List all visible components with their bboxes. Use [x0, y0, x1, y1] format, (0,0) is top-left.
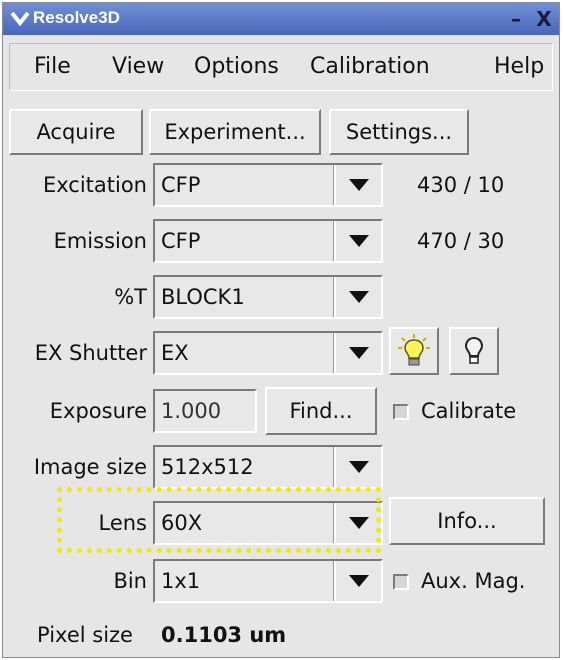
- lightbulb-off-icon: [464, 336, 484, 364]
- bin-label: Bin: [113, 569, 147, 593]
- dropdown-arrow-icon[interactable]: [337, 221, 381, 261]
- excitation-label: Excitation: [42, 173, 147, 197]
- acquire-button[interactable]: Acquire: [9, 109, 143, 155]
- menu-file[interactable]: File: [34, 54, 71, 79]
- dropdown-arrow-icon[interactable]: [337, 333, 381, 373]
- calibrate-checkbox[interactable]: [393, 404, 409, 420]
- excitation-select[interactable]: CFP: [153, 163, 383, 207]
- emission-value: CFP: [161, 229, 201, 253]
- find-button[interactable]: Find...: [265, 387, 377, 435]
- excitation-value: CFP: [161, 173, 201, 197]
- exposure-label: Exposure: [49, 399, 147, 423]
- combo-separator: [333, 333, 336, 373]
- dropdown-arrow-icon[interactable]: [337, 447, 381, 487]
- pixel-size-value: 0.1103 um: [161, 623, 287, 647]
- emission-select[interactable]: CFP: [153, 219, 383, 263]
- dropdown-arrow-icon[interactable]: [337, 561, 381, 601]
- combo-separator: [333, 561, 336, 601]
- image-size-value: 512x512: [161, 455, 254, 479]
- percent-t-select[interactable]: BLOCK1: [153, 275, 383, 319]
- emission-label: Emission: [53, 229, 147, 253]
- menu-options[interactable]: Options: [194, 54, 279, 79]
- exposure-value: 1.000: [161, 399, 222, 423]
- shutter-open-button[interactable]: [389, 327, 439, 375]
- image-size-label: Image size: [33, 455, 147, 479]
- percent-t-value: BLOCK1: [161, 285, 245, 309]
- menu-view[interactable]: View: [112, 54, 164, 79]
- combo-separator: [333, 447, 336, 487]
- excitation-filter-readout: 430 / 10: [417, 173, 505, 197]
- combo-separator: [333, 277, 336, 317]
- combo-separator: [333, 165, 336, 205]
- lightbulb-on-icon: [398, 334, 430, 366]
- emission-filter-readout: 470 / 30: [417, 229, 505, 253]
- percent-t-label: %T: [114, 285, 147, 309]
- experiment-button[interactable]: Experiment...: [149, 109, 321, 155]
- experiment-button-label: Experiment...: [164, 120, 306, 144]
- ex-shutter-label: EX Shutter: [34, 341, 147, 365]
- dropdown-arrow-icon[interactable]: [337, 277, 381, 317]
- combo-separator: [333, 221, 336, 261]
- calibrate-label: Calibrate: [421, 399, 517, 423]
- aux-mag-checkbox[interactable]: [393, 574, 409, 590]
- info-button-label: Info...: [437, 509, 497, 533]
- aux-mag-label: Aux. Mag.: [421, 569, 526, 593]
- settings-button-label: Settings...: [345, 120, 453, 144]
- menu-help[interactable]: Help: [494, 54, 544, 79]
- close-button[interactable]: X: [533, 8, 555, 30]
- minimize-button[interactable]: –: [505, 8, 527, 30]
- pixel-size-label: Pixel size: [37, 623, 133, 647]
- acquire-button-label: Acquire: [36, 120, 116, 144]
- menu-calibration[interactable]: Calibration: [310, 54, 430, 79]
- lens-info-button[interactable]: Info...: [389, 497, 545, 545]
- title-bar: Resolve3D – X: [3, 3, 559, 35]
- find-button-label: Find...: [289, 399, 353, 423]
- window-title: Resolve3D: [33, 8, 120, 27]
- bin-value: 1x1: [161, 569, 201, 593]
- ex-shutter-value: EX: [161, 341, 189, 365]
- menu-bar: File View Options Calibration Help: [9, 43, 553, 91]
- resolve3d-window: Resolve3D – X File View Options Calibrat…: [2, 2, 560, 658]
- window-menu-chevron-icon[interactable]: [9, 7, 31, 29]
- ex-shutter-select[interactable]: EX: [153, 331, 383, 375]
- settings-button[interactable]: Settings...: [329, 109, 469, 155]
- dropdown-arrow-icon[interactable]: [337, 165, 381, 205]
- exposure-input[interactable]: 1.000: [153, 389, 257, 433]
- lens-highlight-marker: [57, 487, 381, 553]
- shutter-closed-button[interactable]: [449, 327, 499, 375]
- image-size-select[interactable]: 512x512: [153, 445, 383, 489]
- bin-select[interactable]: 1x1: [153, 559, 383, 603]
